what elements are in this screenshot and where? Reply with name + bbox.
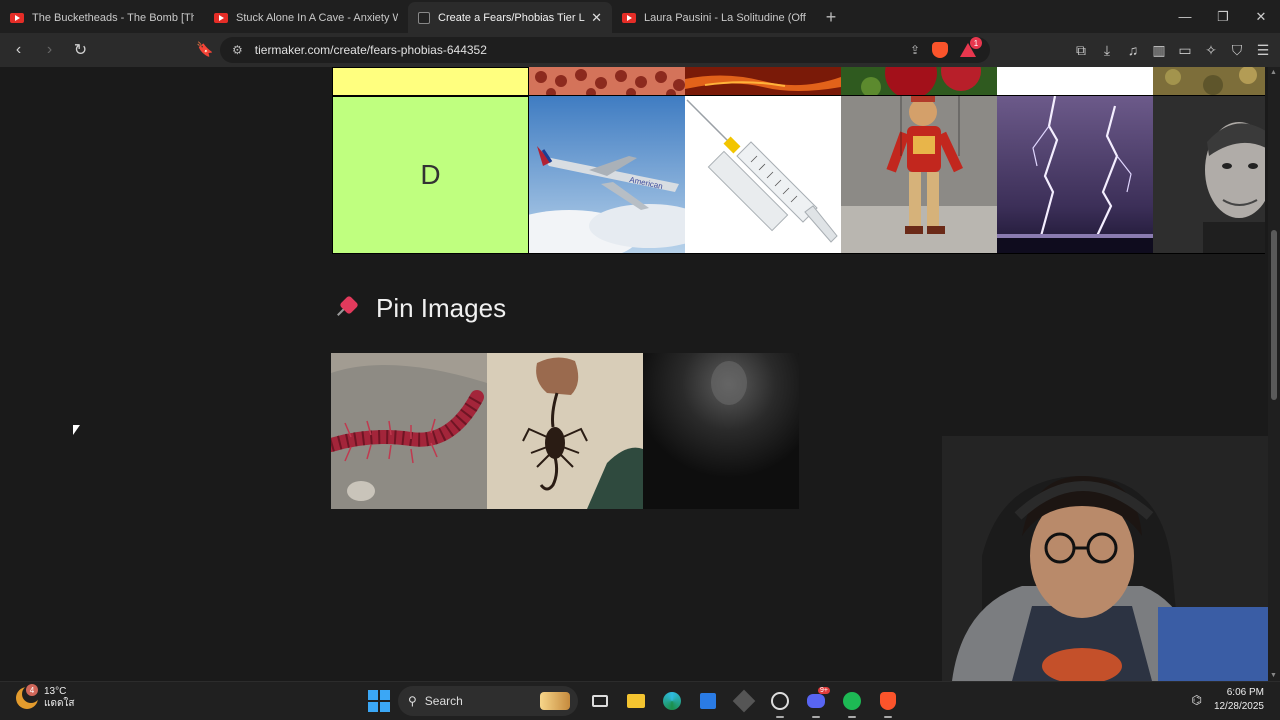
scrollbar-thumb[interactable] (1271, 230, 1277, 400)
page-content: D American Pin Images (0, 67, 1268, 681)
search-icon: ⚲ (408, 694, 417, 708)
browser-tab[interactable]: Stuck Alone In A Cave - Anxiety Warr (204, 2, 408, 33)
tiermaker-icon (418, 11, 430, 24)
weather-badge: 4 (26, 684, 38, 696)
rewards-badge: 1 (970, 37, 982, 49)
tier-item-airplane[interactable]: American (529, 96, 685, 254)
vpn-icon[interactable]: ⛉ (1228, 42, 1246, 59)
pin-images-tray (331, 353, 799, 509)
obs-icon[interactable] (766, 687, 794, 718)
clock-time: 6:06 PM (1226, 687, 1264, 698)
discord-badge: 9+ (818, 687, 830, 694)
browser-tab[interactable]: Laura Pausini - La Solitudine (Official (612, 2, 816, 33)
pin-item-scorpion[interactable] (487, 353, 643, 509)
youtube-icon (10, 12, 24, 23)
tab-title: The Bucketheads - The Bomb [These (32, 11, 194, 24)
weather-widget[interactable]: 4 13°C แดดใส (16, 684, 75, 710)
scroll-down-icon[interactable]: ▼ (1270, 672, 1277, 679)
tier-item-moss[interactable] (1153, 67, 1265, 96)
tier-item-lightning[interactable] (997, 96, 1153, 254)
back-icon[interactable]: ‹ (6, 36, 31, 64)
tier-row (332, 67, 1265, 96)
system-tray: ⌬ 6:06 PM 12/28/2025 (1191, 686, 1264, 714)
search-highlight-icon (540, 692, 570, 710)
tab-title: Stuck Alone In A Cave - Anxiety Warr (236, 11, 398, 24)
close-tab-icon[interactable]: ✕ (591, 10, 602, 26)
restore-icon[interactable]: ❐ (1204, 0, 1242, 33)
spotify-icon[interactable] (838, 687, 866, 718)
edge-icon[interactable] (658, 687, 686, 715)
browser-tab-active[interactable]: Create a Fears/Phobias Tier List ✕ (408, 2, 612, 33)
clock[interactable]: 6:06 PM 12/28/2025 (1214, 686, 1264, 714)
menu-icon[interactable]: ☰ (1254, 42, 1272, 59)
new-tab-button[interactable]: + (816, 2, 846, 33)
bookmark-icon[interactable]: 🔖 (196, 41, 213, 58)
tab-title: Laura Pausini - La Solitudine (Official (644, 11, 806, 24)
pin-item-dark-ghost[interactable] (643, 353, 799, 509)
pushpin-icon (334, 294, 360, 322)
sidebar-icon[interactable]: ▥ (1150, 42, 1168, 59)
tier-row: D American (332, 96, 1265, 254)
reload-icon[interactable]: ↻ (68, 36, 93, 64)
app-icon[interactable] (730, 687, 758, 715)
tier-label[interactable] (332, 67, 529, 96)
youtube-icon (214, 12, 228, 23)
media-icon[interactable]: ♫ (1124, 42, 1142, 58)
forward-icon[interactable]: › (37, 36, 62, 64)
discord-icon[interactable]: 9+ (802, 687, 830, 718)
pin-item-centipede[interactable] (331, 353, 487, 509)
wallet-icon[interactable]: ▭ (1176, 42, 1194, 59)
tier-item-lava[interactable] (685, 67, 841, 96)
weather-temp: 13°C (44, 686, 67, 697)
windows-start-icon[interactable] (368, 690, 390, 712)
share-icon[interactable]: ⇪ (910, 43, 920, 57)
tab-strip: The Bucketheads - The Bomb [These Stuck … (0, 0, 1280, 33)
store-icon[interactable] (694, 687, 722, 715)
page-scrollbar[interactable]: ▲ ▼ (1268, 67, 1280, 681)
windows-taskbar: 4 13°C แดดใส ⚲ Search 9+ ⌬ 6:06 PM 12/28… (0, 681, 1280, 720)
tier-label[interactable]: D (332, 96, 529, 254)
tier-item-marionette[interactable] (841, 96, 997, 254)
youtube-icon (622, 12, 636, 23)
browser-tab[interactable]: The Bucketheads - The Bomb [These (0, 2, 204, 33)
tier-item-lotus-seed-holes[interactable] (529, 67, 685, 96)
screenshot-icon[interactable]: ⧉ (1072, 42, 1090, 59)
pin-images-heading: Pin Images (334, 293, 506, 324)
task-view-icon[interactable] (586, 687, 614, 715)
close-window-icon[interactable]: ✕ (1242, 0, 1280, 33)
blue-panel (1158, 607, 1268, 681)
url-text: tiermaker.com/create/fears-phobias-64435… (254, 43, 487, 57)
network-icon[interactable]: ⌬ (1191, 693, 1201, 707)
minimize-icon[interactable]: — (1166, 0, 1204, 33)
tier-item-syringe[interactable] (685, 96, 841, 254)
scroll-up-icon[interactable]: ▲ (1270, 69, 1277, 76)
tier-item-strawberry-seeds[interactable] (841, 67, 997, 96)
search-label: Search (424, 694, 463, 708)
tab-title: Create a Fears/Phobias Tier List (438, 11, 586, 24)
site-settings-icon[interactable]: ⚙ (232, 43, 243, 57)
toolbar-actions: ⧉ ⤓ ♫ ▥ ▭ ✧ ⛉ ☰ (1072, 33, 1272, 67)
window-controls: — ❐ ✕ (1166, 0, 1280, 33)
clock-date: 12/28/2025 (1213, 701, 1264, 712)
tier-item-white[interactable] (997, 67, 1153, 96)
brave-shields-icon[interactable] (932, 42, 948, 58)
browser-toolbar: ‹ › ↻ 🔖 ⚙ tiermaker.com/create/fears-pho… (0, 33, 1280, 67)
taskbar-apps: ⚲ Search 9+ (368, 686, 902, 718)
pin-images-title: Pin Images (376, 293, 507, 323)
file-explorer-icon[interactable] (622, 687, 650, 715)
tier-item-man-portrait[interactable] (1153, 96, 1265, 254)
weather-desc: แดดใส (44, 698, 75, 709)
brave-icon[interactable] (874, 687, 902, 718)
webcam-overlay (942, 436, 1268, 681)
leo-ai-icon[interactable]: ✧ (1202, 42, 1220, 59)
download-icon[interactable]: ⤓ (1098, 42, 1116, 59)
address-bar[interactable]: ⚙ tiermaker.com/create/fears-phobias-644… (220, 37, 990, 63)
taskbar-search[interactable]: ⚲ Search (398, 686, 578, 716)
